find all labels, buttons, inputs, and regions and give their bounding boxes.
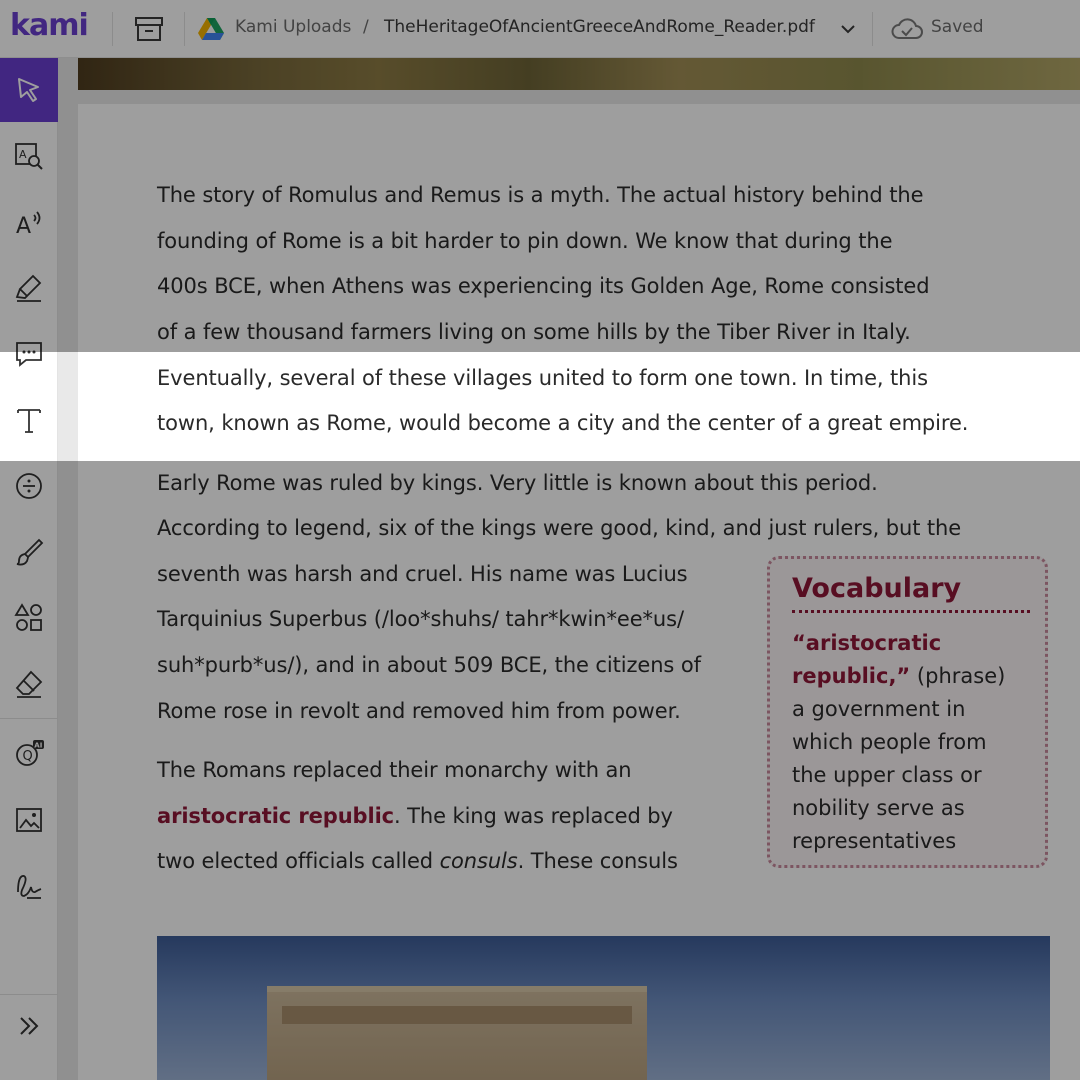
paragraph-line: According to legend, six of the kings we…	[157, 516, 962, 540]
markup-tool-button[interactable]	[0, 256, 58, 320]
cloud-check-icon	[891, 18, 923, 39]
definition-line: which people from	[792, 730, 987, 754]
definition-line: the upper class or	[792, 763, 982, 787]
divider	[112, 12, 113, 46]
tool-sidebar: A A Q AI	[0, 58, 58, 1080]
vocabulary-title: Vocabulary	[792, 573, 962, 604]
paragraph-line: two elected officials called consuls. Th…	[157, 839, 678, 885]
paragraph-line: founding of Rome is a bit harder to pin …	[157, 229, 893, 253]
paragraph-line: The Romans replaced their monarchy with …	[157, 758, 632, 782]
vocabulary-term: republic,”	[792, 664, 911, 688]
file-name[interactable]: TheHeritageOfAncientGreeceAndRome_Reader…	[384, 17, 815, 37]
text-span: . The king was replaced by	[394, 804, 673, 828]
shapes-tool-button[interactable]	[0, 586, 58, 650]
vocabulary-term: “aristocratic	[792, 631, 942, 655]
definition-line: a government in	[792, 697, 966, 721]
breadcrumb-separator: /	[363, 17, 369, 37]
svg-text:AI: AI	[34, 742, 42, 750]
top-bar: kami Kami Uploads / TheHeritageOfAncient…	[0, 0, 1080, 58]
dictionary-tool-button[interactable]: A	[0, 124, 58, 188]
divider	[184, 12, 185, 46]
svg-text:A: A	[19, 148, 27, 161]
expand-icon	[20, 1017, 39, 1035]
vocabulary-term-line: republic,” (phrase)	[792, 660, 1042, 693]
cursor-icon	[18, 78, 39, 102]
paragraph-line: Eventually, several of these villages un…	[157, 366, 928, 390]
brush-icon	[16, 538, 44, 566]
definition-line: nobility serve as	[792, 796, 965, 820]
italic-term: consuls	[439, 849, 518, 873]
equation-tool-button[interactable]	[0, 454, 58, 518]
dictionary-icon: A	[15, 143, 43, 170]
paragraph-line: suh*purb*us/), and in about 509 BCE, the…	[157, 653, 701, 677]
text-span: two elected officials called	[157, 849, 440, 873]
paragraph-line: town, known as Rome, would become a city…	[157, 411, 969, 435]
arch-stone	[267, 986, 647, 1080]
text-icon	[17, 409, 41, 433]
add-media-tool-button[interactable]	[0, 788, 58, 852]
vocabulary-box: Vocabulary “aristocratic republic,” (phr…	[767, 556, 1048, 868]
kami-logo[interactable]: kami	[10, 8, 89, 43]
paragraph-line: The story of Romulus and Remus is a myth…	[157, 183, 924, 207]
paragraph-line: 400s BCE, when Athens was experiencing i…	[157, 274, 930, 298]
highlighter-icon	[15, 274, 42, 302]
paragraph-line: Rome rose in revolt and removed him from…	[157, 699, 681, 723]
paragraph-line: seventh was harsh and cruel. His name wa…	[157, 562, 688, 586]
drawing-tool-button[interactable]	[0, 520, 58, 584]
select-tool-button[interactable]	[0, 58, 58, 122]
vocabulary-definition: “aristocratic republic,” (phrase) a gove…	[792, 627, 1042, 858]
part-of-speech: (phrase)	[910, 664, 1006, 688]
breadcrumb-folder[interactable]: Kami Uploads	[235, 17, 351, 37]
archive-icon[interactable]	[133, 14, 165, 44]
svg-text:A: A	[16, 214, 31, 238]
vocabulary-divider	[792, 610, 1030, 613]
page-image-strip	[78, 58, 1080, 90]
read-aloud-tool-button[interactable]: A	[0, 190, 58, 254]
text-span: . These consuls	[517, 849, 678, 873]
ai-question-icon: QAI	[16, 740, 44, 766]
google-drive-icon	[198, 18, 224, 40]
eraser-icon	[15, 670, 43, 698]
image-icon	[16, 808, 42, 832]
vocabulary-term-link[interactable]: aristocratic republic	[157, 804, 394, 828]
comment-tool-button[interactable]	[0, 322, 58, 386]
text-tool-button[interactable]	[0, 388, 58, 452]
signature-tool-button[interactable]	[0, 854, 58, 918]
chevron-down-icon[interactable]	[838, 20, 858, 38]
read-aloud-icon: A	[16, 211, 41, 238]
eraser-tool-button[interactable]	[0, 652, 58, 716]
paragraph-line: Early Rome was ruled by kings. Very litt…	[157, 471, 878, 495]
comment-icon	[16, 342, 42, 367]
shapes-icon	[14, 603, 42, 631]
divider	[872, 12, 873, 46]
paragraph-line: aristocratic republic. The king was repl…	[157, 794, 673, 840]
sidebar-divider	[0, 718, 58, 719]
arch-photo	[157, 936, 1050, 1080]
equation-icon	[16, 473, 42, 499]
signature-icon	[17, 875, 42, 899]
svg-text:Q: Q	[23, 749, 33, 764]
add-question-tool-button[interactable]: Q AI	[0, 722, 58, 786]
paragraph-line: of a few thousand farmers living on some…	[157, 320, 911, 344]
paragraph-line: Tarquinius Superbus (/loo*shuhs/ tahr*kw…	[157, 607, 684, 631]
expand-sidebar-button[interactable]	[0, 994, 58, 1058]
save-status: Saved	[931, 17, 984, 37]
definition-line: representatives	[792, 829, 957, 853]
arch-inscription-band	[282, 1006, 632, 1024]
